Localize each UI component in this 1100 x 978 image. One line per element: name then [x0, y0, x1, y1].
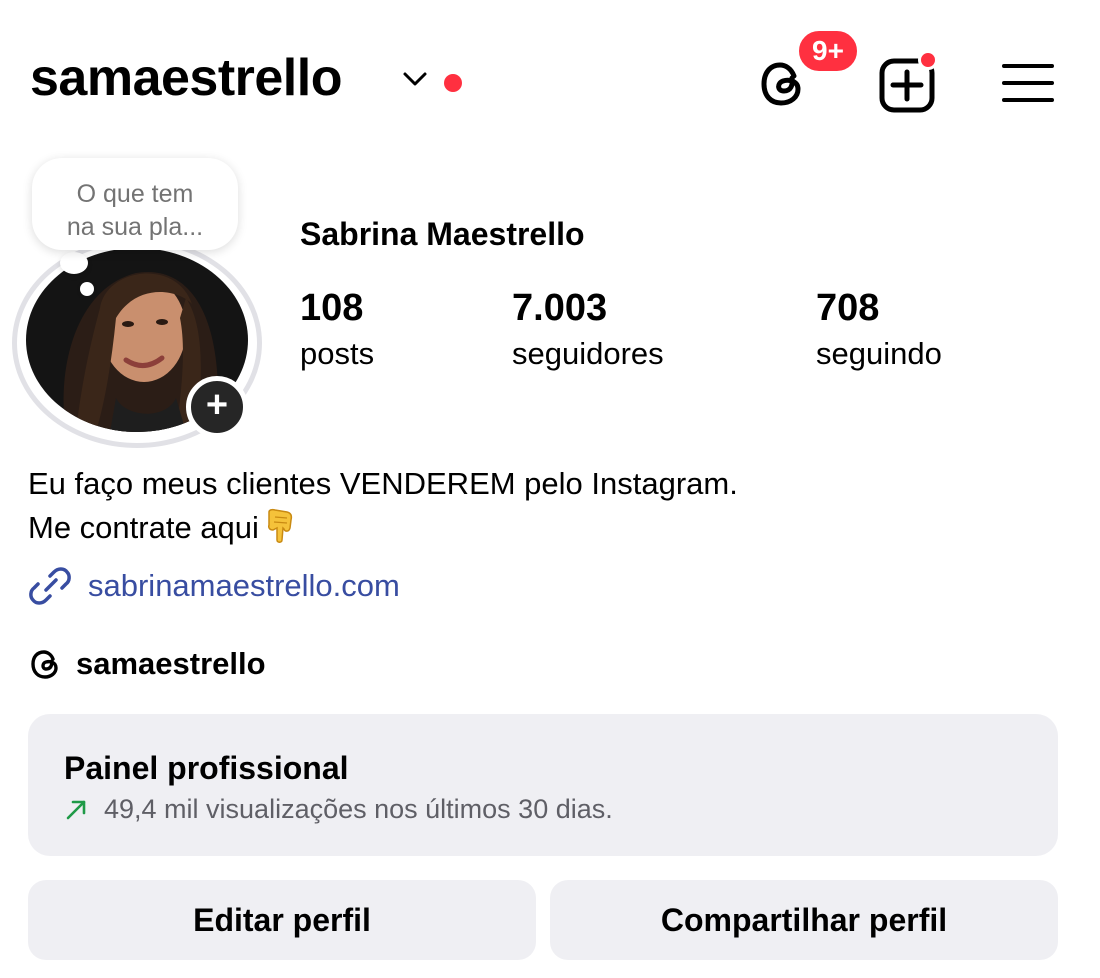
stat-value: 7.003	[512, 287, 608, 329]
note-bubble[interactable]: O que tem na sua pla...	[32, 158, 238, 250]
trend-up-arrow-icon	[66, 800, 86, 819]
threads-profile-link[interactable]: samaestrello	[28, 644, 266, 684]
bio: Eu faço meus clientes VENDEREM pelo Inst…	[28, 462, 738, 550]
chevron-down-icon[interactable]	[402, 70, 428, 88]
dashboard-subtitle-row: 49,4 mil visualizações nos últimos 30 di…	[64, 794, 613, 825]
add-story-button[interactable]: +	[186, 376, 248, 438]
stat-label: seguindo	[816, 336, 942, 371]
website-link[interactable]: sabrinamaestrello.com	[28, 566, 400, 606]
pointing-down-emoji-icon	[267, 508, 293, 543]
website-link-text[interactable]: sabrinamaestrello.com	[88, 568, 400, 604]
threads-handle: samaestrello	[76, 646, 266, 681]
threads-icon	[31, 650, 58, 679]
note-text-line: na sua pla...	[66, 213, 204, 241]
menu-icon[interactable]	[1002, 62, 1054, 104]
edit-profile-button[interactable]: Editar perfil	[28, 880, 536, 960]
account-username[interactable]: samaestrello	[30, 52, 342, 104]
note-bubble-tail-small	[80, 282, 94, 296]
bio-line: Me contrate aqui	[28, 506, 738, 550]
account-notification-dot	[444, 74, 462, 92]
dashboard-subtitle: 49,4 mil visualizações nos últimos 30 di…	[104, 794, 613, 824]
threads-notification-badge: 9+	[796, 28, 860, 74]
bio-line-text: Me contrate aqui	[28, 510, 259, 545]
dashboard-title: Painel profissional	[64, 750, 349, 786]
stat-following[interactable]: 708 seguindo	[816, 288, 942, 374]
note-bubble-tail	[60, 252, 88, 274]
link-icon	[29, 567, 71, 605]
display-name: Sabrina Maestrello	[300, 216, 585, 252]
stat-value: 708	[816, 287, 880, 329]
share-profile-button[interactable]: Compartilhar perfil	[550, 880, 1058, 960]
stat-label: posts	[300, 336, 375, 371]
professional-dashboard-card[interactable]: Painel profissional 49,4 mil visualizaçõ…	[28, 714, 1058, 856]
stat-followers[interactable]: 7.003 seguidores	[512, 288, 664, 374]
note-text-line: O que tem	[76, 180, 194, 208]
stat-posts[interactable]: 108 posts	[300, 288, 374, 374]
create-notification-dot	[918, 50, 938, 70]
stat-value: 108	[300, 287, 364, 329]
bio-line: Eu faço meus clientes VENDEREM pelo Inst…	[28, 466, 738, 501]
stat-label: seguidores	[512, 336, 664, 371]
profile-page: samaestrello 9+ + O que tem na sua pla..…	[0, 0, 1100, 978]
